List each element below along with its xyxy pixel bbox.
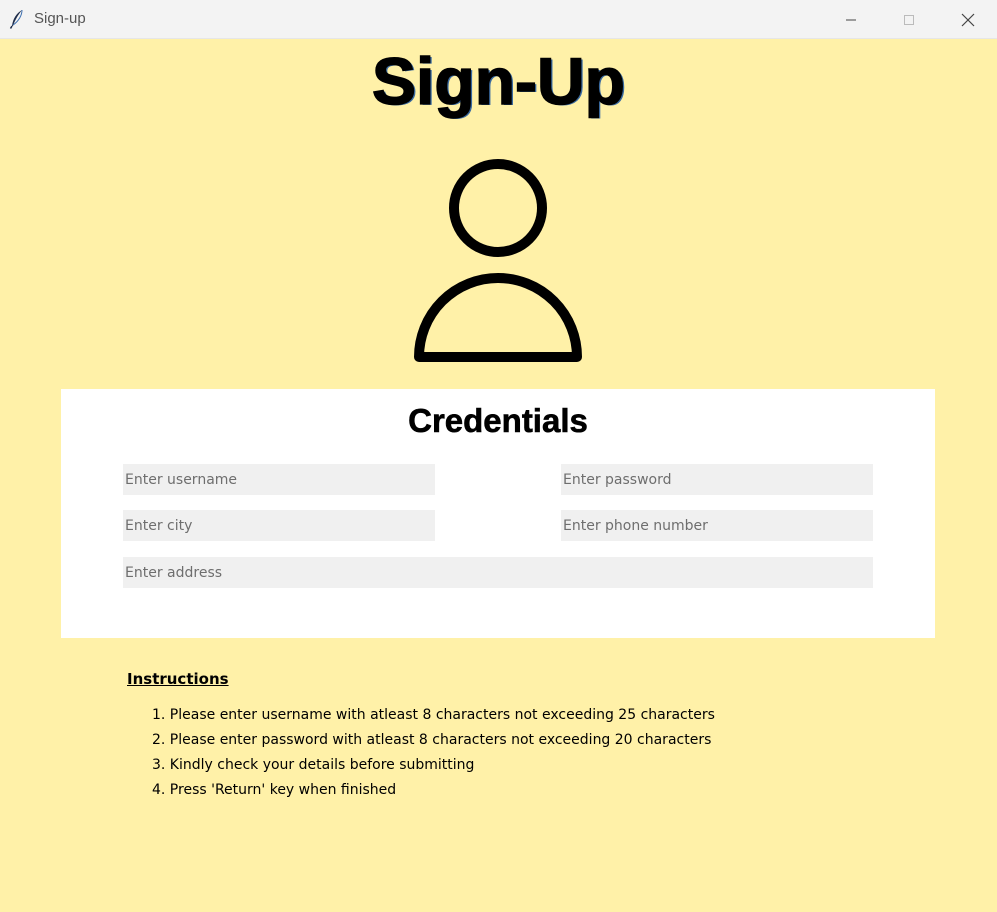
city-field[interactable] xyxy=(123,510,435,541)
page-title: Sign-Up xyxy=(371,43,625,119)
phone-number-field[interactable] xyxy=(561,510,873,541)
instruction-item: 1. Please enter username with atleast 8 … xyxy=(152,707,715,723)
feather-icon xyxy=(9,9,25,29)
close-icon xyxy=(961,13,975,26)
credentials-title: Credentials xyxy=(408,402,588,440)
maximize-icon xyxy=(904,14,914,25)
instruction-item: 4. Press 'Return' key when finished xyxy=(152,782,397,798)
instructions-heading: Instructions xyxy=(127,670,229,688)
title-bar[interactable]: Sign-up xyxy=(0,0,997,39)
user-icon xyxy=(414,159,582,362)
username-field[interactable] xyxy=(123,464,435,495)
instruction-item: 3. Kindly check your details before subm… xyxy=(152,757,475,773)
address-field[interactable] xyxy=(123,557,873,588)
close-button[interactable] xyxy=(939,0,997,39)
credentials-panel: Credentials xyxy=(61,389,935,638)
window-title: Sign-up xyxy=(34,10,86,27)
instructions-list: 1. Please enter username with atleast 8 … xyxy=(152,706,715,806)
minimize-icon xyxy=(846,19,856,20)
minimize-button[interactable] xyxy=(822,0,880,39)
instruction-item: 2. Please enter password with atleast 8 … xyxy=(152,732,712,748)
signup-window: Sign-up Sign-Up Credentials Enter userna… xyxy=(0,0,997,912)
password-field[interactable] xyxy=(561,464,873,495)
maximize-button[interactable] xyxy=(880,0,938,39)
